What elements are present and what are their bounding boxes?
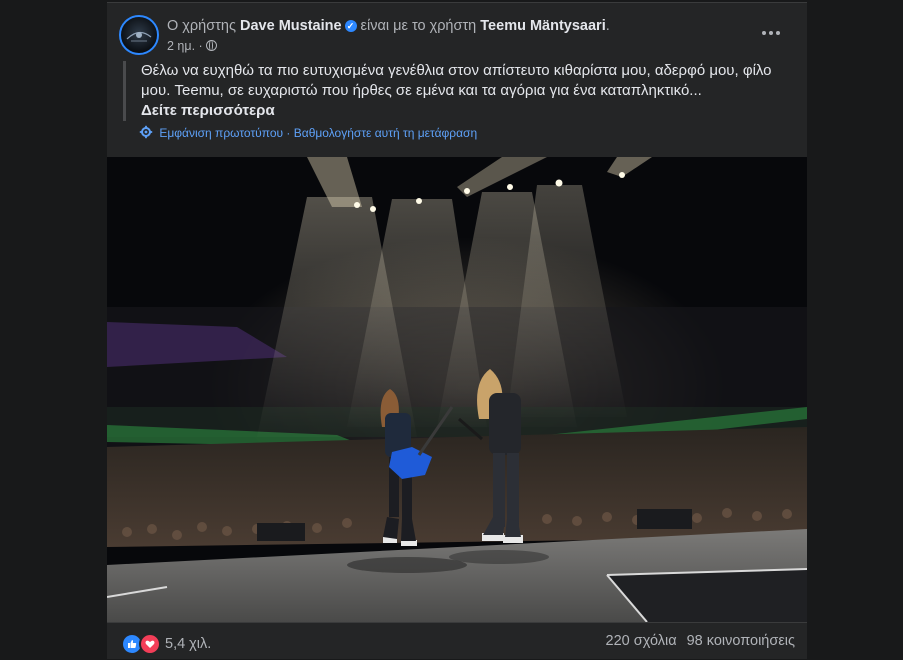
reactions-summary[interactable]: 5,4 χιλ. bbox=[121, 633, 211, 655]
avatar-image bbox=[126, 31, 152, 42]
post-stats: 220 σχόλια 98 κοινοποιήσεις bbox=[606, 633, 795, 649]
tagged-user-link[interactable]: Teemu Mäntysaari bbox=[480, 18, 605, 34]
love-reaction-icon bbox=[139, 633, 161, 655]
post-photo[interactable] bbox=[107, 157, 807, 622]
more-options-button[interactable] bbox=[753, 21, 789, 45]
heart-glyph bbox=[145, 640, 155, 648]
with-text: είναι με το χρήστη bbox=[360, 18, 477, 34]
post-header: Ο χρήστης Dave Mustaine ✓ είναι με το χρήσ… bbox=[119, 15, 795, 57]
rate-translation-link[interactable]: Βαθμολογήστε αυτή τη μετάφραση bbox=[294, 126, 477, 140]
translation-bar: Εμφάνιση πρωτοτύπου · Βαθμολογήστε αυτή … bbox=[139, 125, 477, 140]
avatar[interactable] bbox=[119, 15, 159, 55]
verified-badge-icon: ✓ bbox=[344, 20, 357, 32]
see-more-link[interactable]: Δείτε περισσότερα bbox=[141, 102, 275, 119]
gear-icon bbox=[139, 125, 153, 139]
post-meta: 2 ημ. · bbox=[167, 39, 218, 53]
thumbs-up-glyph bbox=[128, 640, 137, 648]
author-name-link[interactable]: Dave Mustaine bbox=[240, 18, 342, 34]
post-timestamp-link[interactable]: 2 ημ. bbox=[167, 39, 195, 53]
globe-icon bbox=[206, 40, 218, 51]
post-title-line: Ο χρήστης Dave Mustaine ✓ είναι με το χρήσ… bbox=[167, 18, 610, 34]
more-options-icon bbox=[762, 31, 766, 35]
title-period: . bbox=[605, 18, 610, 34]
more-dot bbox=[769, 31, 773, 35]
more-dot bbox=[776, 31, 780, 35]
reaction-count: 5,4 χιλ. bbox=[165, 636, 212, 652]
author-prefix: Ο χρήστης bbox=[167, 18, 236, 34]
translation-separator: · bbox=[283, 126, 294, 140]
meta-separator: · bbox=[198, 39, 203, 53]
show-original-link[interactable]: Εμφάνιση πρωτοτύπου bbox=[159, 126, 283, 140]
concert-photo bbox=[107, 157, 807, 622]
post-footer: 5,4 χιλ. 220 σχόλια 98 κοινοποιήσεις bbox=[107, 622, 807, 660]
shares-count-link[interactable]: 98 κοινοποιήσεις bbox=[687, 633, 795, 649]
comments-count-link[interactable]: 220 σχόλια bbox=[606, 633, 677, 649]
post-body: Θέλω να ευχηθώ τα πιο ευτυχισμένα γενέθλ… bbox=[141, 62, 772, 99]
post-card: Ο χρήστης Dave Mustaine ✓ είναι με το χρήσ… bbox=[107, 2, 807, 659]
post-text: Θέλω να ευχηθώ τα πιο ευτυχισμένα γενέθλ… bbox=[123, 61, 791, 121]
